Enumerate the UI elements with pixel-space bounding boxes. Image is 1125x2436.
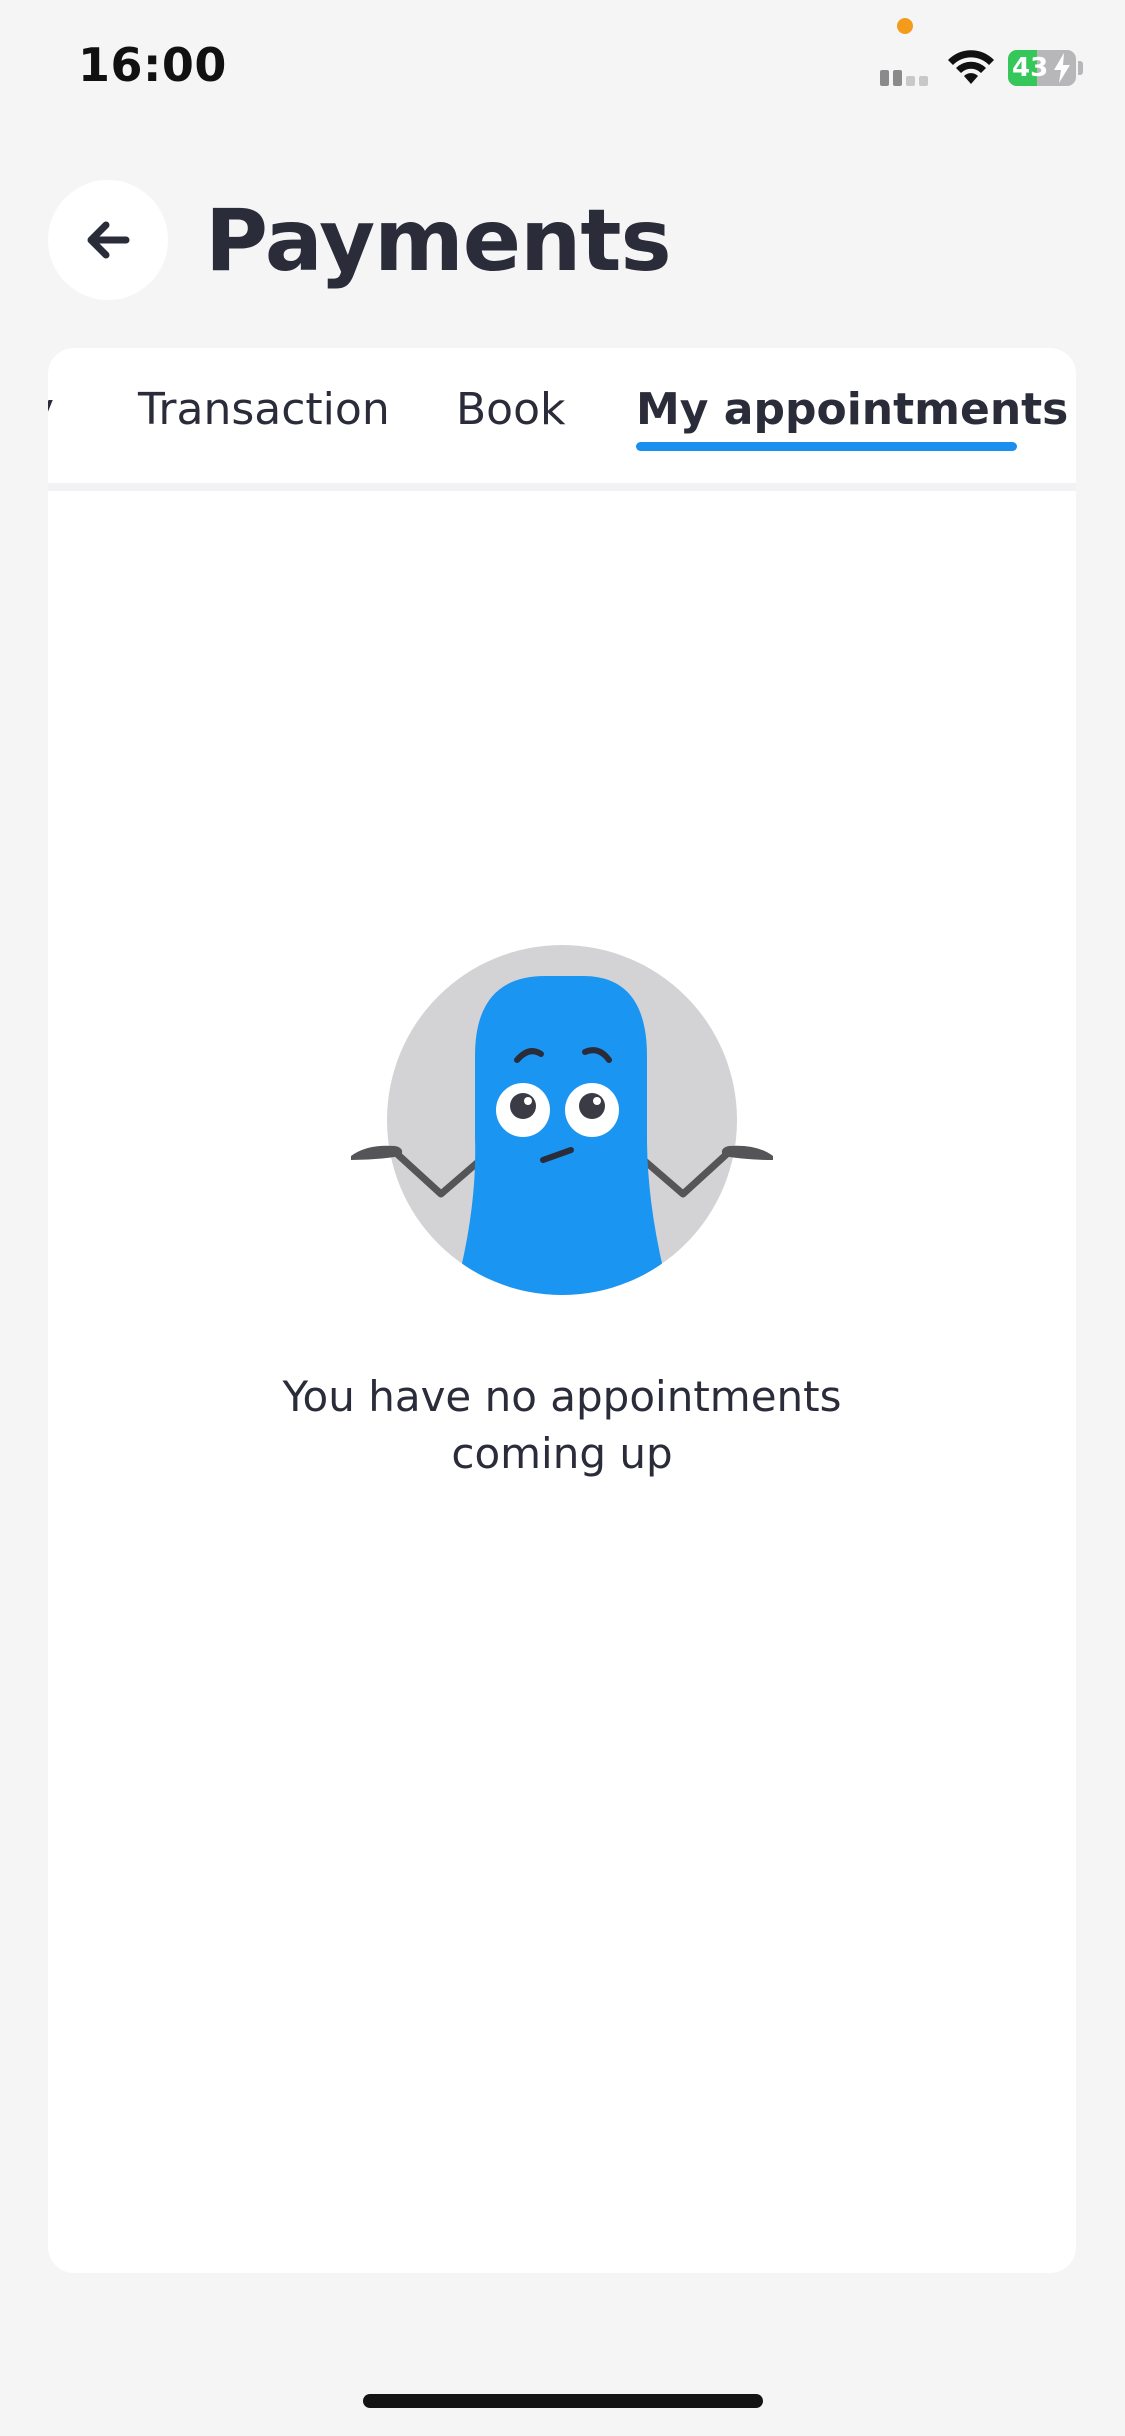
- back-button[interactable]: [48, 180, 168, 300]
- tab-partial-hidden[interactable]: y: [48, 380, 54, 440]
- empty-state: You have no appointments coming up: [48, 938, 1076, 1482]
- home-indicator[interactable]: [363, 2394, 763, 2408]
- tab-transaction[interactable]: Transaction: [138, 380, 390, 440]
- page-title: Payments: [205, 191, 672, 291]
- active-tab-indicator: [636, 442, 1017, 451]
- privacy-indicator-dot: [897, 18, 913, 34]
- tab-my-appointments[interactable]: My appointments: [636, 380, 1068, 440]
- empty-state-message: You have no appointments coming up: [282, 1372, 842, 1478]
- content-card: y Transaction Book My appointments: [48, 348, 1076, 2273]
- status-time: 16:00: [78, 38, 227, 92]
- charging-bolt-icon: [1054, 53, 1070, 83]
- battery-cap: [1078, 61, 1083, 75]
- tab-book[interactable]: Book: [456, 380, 566, 440]
- signal-icon: [880, 70, 928, 86]
- status-bar: 16:00 43: [0, 0, 1125, 140]
- character-body: [447, 976, 677, 1295]
- tab-bar[interactable]: y Transaction Book My appointments: [48, 348, 1076, 491]
- arrow-left-icon: [87, 221, 130, 259]
- shrugging-character-illustration: [351, 945, 773, 1295]
- battery-icon: 43: [1008, 50, 1076, 86]
- wifi-icon: [948, 50, 994, 84]
